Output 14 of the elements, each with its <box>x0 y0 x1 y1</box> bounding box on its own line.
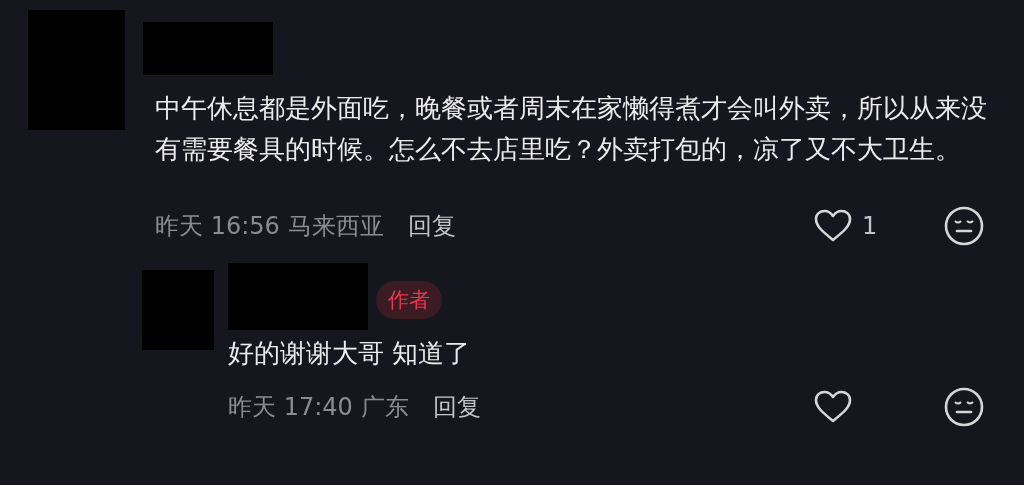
heart-icon[interactable] <box>814 209 852 243</box>
comment-location: 马来西亚 <box>287 211 384 242</box>
comment-time: 昨天 17:40 <box>228 392 353 423</box>
like-count: 1 <box>862 211 878 242</box>
comment-location: 广东 <box>360 392 409 423</box>
comment-text: 中午休息都是外面吃，晚餐或者周末在家懒得煮才会叫外卖，所以从来没有需要餐具的时候。怎么不去店里吃？外卖打包的，凉了又不大卫生。 <box>155 92 988 166</box>
emoji-icon[interactable] <box>944 387 984 427</box>
author-badge: 作者 <box>376 281 442 319</box>
comment-text: 好的谢谢大哥 知道了 <box>228 337 472 370</box>
heart-icon[interactable] <box>814 390 852 424</box>
emoji-icon[interactable] <box>944 206 984 246</box>
comment-time: 昨天 16:56 <box>155 211 280 242</box>
reply-link[interactable]: 回复 <box>407 208 456 244</box>
reply-link[interactable]: 回复 <box>432 389 481 425</box>
